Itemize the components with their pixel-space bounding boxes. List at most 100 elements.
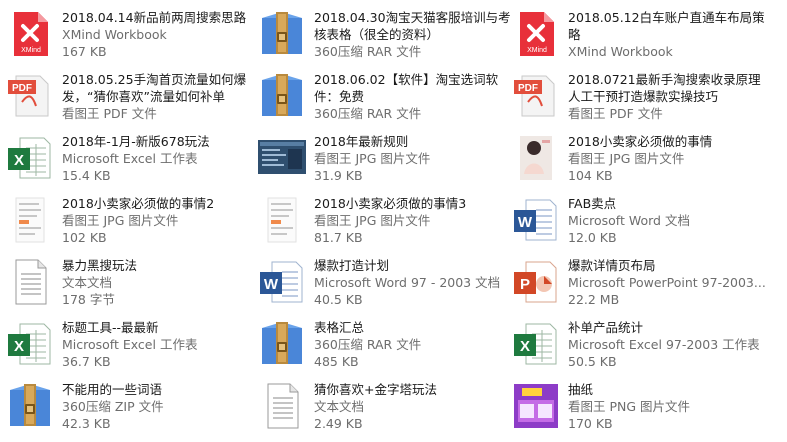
file-item[interactable]: 2018年最新规则看图王 JPG 图片文件 31.9 KB — [258, 132, 512, 194]
word-icon: W — [512, 196, 560, 244]
file-size: 31.9 KB — [314, 168, 363, 183]
file-size: 22.2 MB — [568, 292, 620, 307]
file-type: 看图王 PDF 文件 — [568, 106, 663, 121]
file-type: 看图王 JPG 图片文件 — [568, 151, 685, 166]
file-size: 104 KB — [568, 168, 613, 183]
file-type: 360压缩 ZIP 文件 — [62, 399, 164, 414]
file-details: 2018年最新规则看图王 JPG 图片文件 31.9 KB — [314, 133, 514, 184]
file-name: 猜你喜欢+金字塔玩法 — [314, 382, 437, 397]
file-details: 2018.04.30淘宝天猫客服培训与考核表格（很全的资料） 360压缩 RAR … — [314, 9, 514, 60]
product-thumbnail-icon — [512, 382, 560, 430]
file-name: 暴力黑搜玩法 — [62, 258, 138, 273]
file-details: FAB卖点 Microsoft Word 文档 12.0 KB — [568, 195, 768, 246]
file-name: 不能用的一些词语 — [62, 382, 163, 397]
file-details: 爆款打造计划 Microsoft Word 97 - 2003 文档 40.5 KB — [314, 257, 514, 308]
file-item[interactable]: XMind 2018.05.12白车账户直通车布局策略 XMind Workbook — [512, 8, 766, 70]
file-details: 2018.05.12白车账户直通车布局策略 XMind Workbook — [568, 9, 768, 60]
file-type: 看图王 JPG 图片文件 — [314, 151, 431, 166]
svg-text:PDF: PDF — [518, 83, 538, 94]
archive-icon — [258, 72, 306, 120]
file-size: 42.3 KB — [62, 416, 111, 431]
file-item[interactable]: P 爆款详情页布局 Microsoft PowerPoint 97-2003... 2… — [512, 256, 766, 318]
file-size: 40.5 KB — [314, 292, 363, 307]
file-details: 2018年-1月-新版678玩法 Microsoft Excel 工作表 15.4 … — [62, 133, 262, 184]
file-details: 2018.0721最新手淘搜索收录原理人工干预打造爆款实操技巧看图王 PDF 文… — [568, 71, 768, 122]
file-size: 36.7 KB — [62, 354, 111, 369]
file-item[interactable]: 2018小卖家必须做的事情3 看图王 JPG 图片文件 81.7 KB — [258, 194, 512, 256]
file-size: 15.4 KB — [62, 168, 111, 183]
file-item[interactable]: 2018.04.30淘宝天猫客服培训与考核表格（很全的资料） 360压缩 RAR … — [258, 8, 512, 70]
file-size: 178 字节 — [62, 292, 115, 307]
file-size: 2.49 KB — [314, 416, 363, 431]
file-name: 2018年最新规则 — [314, 134, 409, 149]
file-item[interactable]: 2018小卖家必须做的事情2 看图王 JPG 图片文件 102 KB — [6, 194, 260, 256]
file-item[interactable]: X 补单产品统计 Microsoft Excel 97-2003 工作表 50.5 K… — [512, 318, 766, 380]
file-details: 表格汇总 360压缩 RAR 文件 485 KB — [314, 319, 514, 370]
svg-text:W: W — [264, 276, 279, 293]
file-name: 标题工具--最最新 — [62, 320, 159, 335]
file-size: 12.0 KB — [568, 230, 617, 245]
file-item[interactable]: PDF 2018.05.25手淘首页流量如何爆发，“猜你喜欢”流量如何补单看图王 … — [6, 70, 260, 132]
xmind-icon: XMind — [512, 10, 560, 58]
file-type: Microsoft Word 97 - 2003 文档 — [314, 275, 501, 290]
file-name: 爆款打造计划 — [314, 258, 390, 273]
file-type: 看图王 PDF 文件 — [62, 106, 157, 121]
svg-text:P: P — [520, 276, 530, 293]
file-name: 爆款详情页布局 — [568, 258, 656, 273]
file-item[interactable]: W FAB卖点 Microsoft Word 文档 12.0 KB — [512, 194, 766, 256]
file-type: 360压缩 RAR 文件 — [314, 337, 422, 352]
file-size: 102 KB — [62, 230, 107, 245]
file-item[interactable]: 2018小卖家必须做的事情 看图王 JPG 图片文件 104 KB — [512, 132, 766, 194]
file-type: Microsoft Excel 工作表 — [62, 151, 198, 166]
file-name: 2018小卖家必须做的事情 — [568, 134, 713, 149]
word-icon: W — [258, 258, 306, 306]
file-type: Microsoft Word 文档 — [568, 213, 690, 228]
image-thumbnail-icon — [258, 134, 306, 182]
pdf-icon: PDF — [6, 72, 54, 120]
excel-icon: X — [6, 320, 54, 368]
file-name: 2018小卖家必须做的事情3 — [314, 196, 467, 211]
archive-icon — [6, 382, 54, 430]
svg-text:X: X — [14, 152, 24, 169]
excel-icon: X — [512, 320, 560, 368]
file-details: 2018.05.25手淘首页流量如何爆发，“猜你喜欢”流量如何补单看图王 PDF… — [62, 71, 262, 122]
file-item[interactable]: X 2018年-1月-新版678玩法 Microsoft Excel 工作表 15.4… — [6, 132, 260, 194]
file-details: 暴力黑搜玩法 文本文档 178 字节 — [62, 257, 262, 308]
file-type: Microsoft Excel 97-2003 工作表 — [568, 337, 760, 352]
file-type: 看图王 JPG 图片文件 — [314, 213, 431, 228]
file-size: 50.5 KB — [568, 354, 617, 369]
file-name: 2018.05.25手淘首页流量如何爆发，“猜你喜欢”流量如何补单 — [62, 72, 247, 104]
file-type: 文本文档 — [314, 399, 365, 414]
file-details: 2018小卖家必须做的事情 看图王 JPG 图片文件 104 KB — [568, 133, 768, 184]
svg-text:W: W — [518, 214, 533, 231]
file-type: 360压缩 RAR 文件 — [314, 106, 422, 121]
file-size: 81.7 KB — [314, 230, 363, 245]
file-item[interactable]: 暴力黑搜玩法 文本文档 178 字节 — [6, 256, 260, 318]
file-type: 360压缩 RAR 文件 — [314, 44, 422, 59]
file-size: 170 KB — [568, 416, 613, 431]
file-name: 表格汇总 — [314, 320, 365, 335]
doc-thumbnail-icon — [6, 196, 54, 244]
file-item[interactable]: 抽纸 看图王 PNG 图片文件 170 KB — [512, 380, 766, 442]
file-details: 抽纸 看图王 PNG 图片文件 170 KB — [568, 381, 768, 432]
text-file-icon — [258, 382, 306, 430]
file-name: 2018.04.30淘宝天猫客服培训与考核表格（很全的资料） — [314, 10, 511, 42]
svg-text:XMind: XMind — [21, 47, 41, 54]
file-name: 2018.0721最新手淘搜索收录原理人工干预打造爆款实操技巧 — [568, 72, 761, 104]
file-details: 不能用的一些词语 360压缩 ZIP 文件 42.3 KB — [62, 381, 262, 432]
svg-text:X: X — [14, 338, 24, 355]
file-details: 2018.04.14新品前两周搜索思路 XMind Workbook 167 KB — [62, 9, 262, 60]
file-name: 2018.06.02【软件】淘宝选词软件：免费 — [314, 72, 499, 104]
file-item[interactable]: 2018.06.02【软件】淘宝选词软件：免费 360压缩 RAR 文件 — [258, 70, 512, 132]
file-item[interactable]: X 标题工具--最最新 Microsoft Excel 工作表 36.7 KB — [6, 318, 260, 380]
file-type: Microsoft PowerPoint 97-2003... — [568, 275, 766, 290]
file-item[interactable]: XMind 2018.04.14新品前两周搜索思路 XMind Workbook 16… — [6, 8, 260, 70]
svg-text:X: X — [520, 338, 530, 355]
file-type: XMind Workbook — [568, 44, 673, 59]
file-item[interactable]: 表格汇总 360压缩 RAR 文件 485 KB — [258, 318, 512, 380]
file-item[interactable]: 不能用的一些词语 360压缩 ZIP 文件 42.3 KB — [6, 380, 260, 442]
file-type: Microsoft Excel 工作表 — [62, 337, 198, 352]
file-item[interactable]: PDF 2018.0721最新手淘搜索收录原理人工干预打造爆款实操技巧看图王 PD… — [512, 70, 766, 132]
file-item[interactable]: W 爆款打造计划 Microsoft Word 97 - 2003 文档 40.5 K… — [258, 256, 512, 318]
file-item[interactable]: 猜你喜欢+金字塔玩法 文本文档 2.49 KB — [258, 380, 512, 442]
